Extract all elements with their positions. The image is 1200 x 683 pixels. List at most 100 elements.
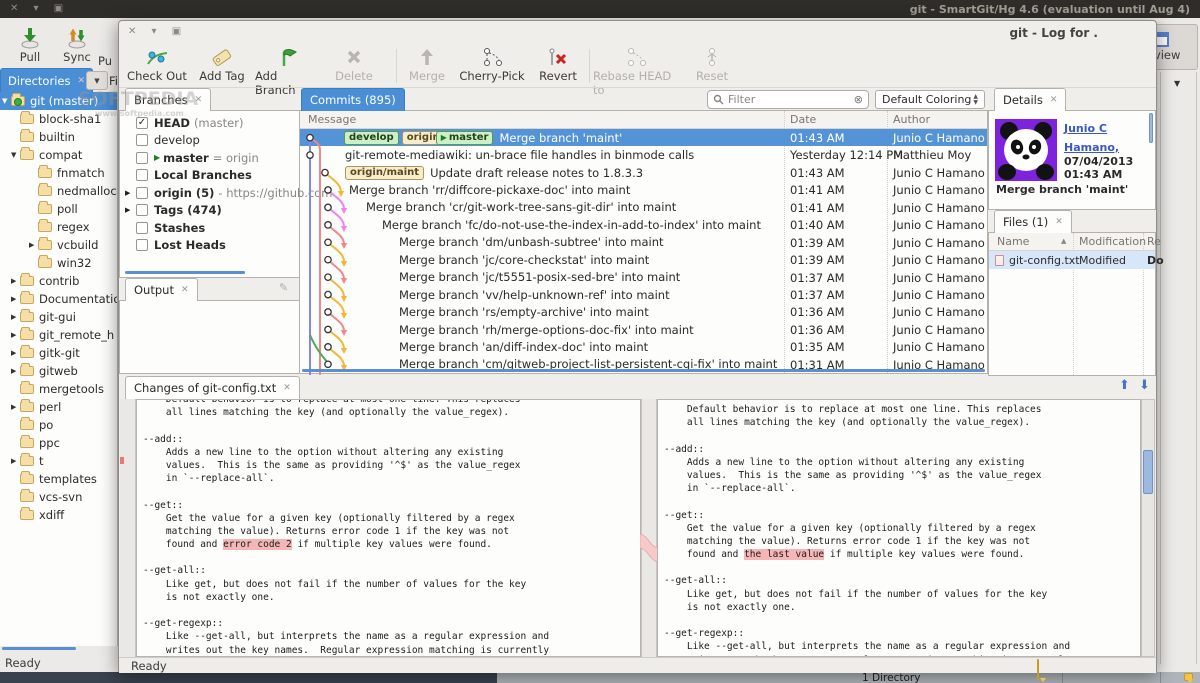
chevron-icon[interactable]: ▶ (11, 313, 20, 321)
clear-output-icon[interactable]: ✎ (279, 281, 288, 294)
chevron-icon[interactable]: ▶ (29, 241, 38, 249)
column-name[interactable]: Name (997, 235, 1029, 248)
tab-dropdown-button[interactable]: ▼ (86, 71, 108, 90)
chevron-icon[interactable]: ▶ (11, 403, 20, 411)
push-button-partial[interactable]: Pu (98, 54, 118, 68)
tree-item[interactable]: ppc (0, 434, 117, 452)
commit-row[interactable]: Merge branch 'rr/diffcore-pickaxe-doc' i… (300, 181, 987, 198)
commit-row[interactable]: git-remote-mediawiki: un-brace file hand… (300, 146, 987, 163)
checkbox[interactable] (136, 204, 148, 216)
delete-button[interactable]: Delete (323, 47, 385, 83)
log-window-controls[interactable]: ✕ ▾ ▣ (128, 26, 187, 37)
filter-input[interactable] (728, 93, 854, 106)
commit-row[interactable]: Merge branch 'rs/empty-archive' into mai… (300, 303, 987, 320)
main-window-controls[interactable]: ✕ ▾ ▣ (10, 3, 69, 14)
branches-hscrollbar[interactable] (125, 271, 245, 274)
diff-vscrollbar-track[interactable] (1141, 399, 1155, 657)
tab-output[interactable]: Output✕ (125, 278, 198, 301)
diff-left-pane[interactable]: Default behavior is to replace at most o… (136, 399, 641, 657)
diff-right-pane[interactable]: Default behavior is to replace at most o… (657, 399, 1141, 657)
author-link[interactable]: Junio C Hamano, (1064, 122, 1119, 154)
tree-item[interactable]: fnmatch (0, 164, 117, 182)
chevron-icon[interactable]: ▶ (11, 295, 20, 303)
chevron-expanded-icon[interactable]: ▼ (2, 97, 11, 105)
branch-item[interactable]: Local Branches (120, 167, 298, 185)
column-message[interactable]: Message (308, 113, 356, 126)
clear-filter-icon[interactable]: ⊗ (854, 93, 863, 106)
chevron-icon[interactable]: ▶ (125, 206, 136, 214)
tree-item[interactable]: ▶ vcbuild (0, 236, 117, 254)
commit-row[interactable]: origin/maint Update draft release notes … (300, 164, 987, 181)
tree-item[interactable]: ▶ git-gui (0, 308, 117, 326)
branch-item[interactable]: Lost Heads (120, 237, 298, 255)
close-icon[interactable]: ✕ (1055, 217, 1063, 227)
branch-item[interactable]: ▶ master = origin (120, 149, 298, 167)
chevron-icon[interactable]: ▼ (11, 151, 20, 159)
merge-button[interactable]: Merge (399, 47, 455, 83)
tree-item[interactable]: block-sha1 (0, 110, 117, 128)
file-row[interactable]: git-config.txt Modified Do (989, 251, 1155, 269)
tree-item[interactable]: nedmalloc (0, 182, 117, 200)
chevron-icon[interactable]: ▶ (11, 331, 20, 339)
tree-item[interactable]: regex (0, 218, 117, 236)
checkbox[interactable] (136, 169, 148, 181)
tree-item[interactable]: xdiff (0, 506, 117, 524)
branch-label-develop[interactable]: develop (344, 131, 399, 145)
tree-item[interactable]: ▶ gitweb (0, 362, 117, 380)
close-icon[interactable]: ✕ (195, 95, 203, 105)
tree-item[interactable]: win32 (0, 254, 117, 272)
tree-item[interactable]: mergetools (0, 380, 117, 398)
checkbox[interactable] (136, 134, 148, 146)
next-change-icon[interactable]: ⬇ (1139, 378, 1150, 393)
tab-files[interactable]: Files (1)✕ (994, 210, 1072, 233)
chevron-icon[interactable]: ▶ (11, 349, 20, 357)
commit-row[interactable]: Merge branch 'vv/help-unknown-ref' into … (300, 286, 987, 303)
sync-button[interactable]: Sync (55, 25, 99, 64)
tree-item[interactable]: poll (0, 200, 117, 218)
tree-item[interactable]: ▶ git_remote_h (0, 326, 117, 344)
branch-item[interactable]: ▶ Tags (474) (120, 202, 298, 220)
details-vscrollbar[interactable] (1149, 113, 1153, 143)
commit-row[interactable]: Merge branch 'cr/git-work-tree-sans-git-… (300, 199, 987, 216)
sidebar-hscrollbar[interactable] (2, 647, 76, 650)
add-tag-button[interactable]: Add Tag (191, 47, 253, 83)
cherry-pick-button[interactable]: Cherry-Pick (457, 47, 527, 83)
commit-row-selected[interactable]: develop origin/ master Merge branch 'mai… (300, 129, 987, 146)
rebase-head-button[interactable]: Rebase HEAD to (593, 47, 681, 97)
checkbox[interactable] (136, 222, 148, 234)
tree-item[interactable]: vcs-svn (0, 488, 117, 506)
chevron-icon[interactable]: ▶ (11, 277, 20, 285)
previous-change-icon[interactable]: ⬆ (1119, 378, 1130, 393)
revert-button[interactable]: Revert (529, 47, 587, 83)
tree-item[interactable]: templates (0, 470, 117, 488)
tree-item[interactable]: ▶ gitk-git (0, 344, 117, 362)
tab-directories[interactable]: Directories ✕ (0, 68, 93, 92)
commit-row[interactable]: Merge branch 'rh/merge-options-doc-fix' … (300, 321, 987, 338)
check-out-button[interactable]: Check Out (125, 47, 189, 83)
branch-label-master[interactable]: master (436, 131, 494, 145)
branch-item[interactable]: ▶ origin (5) - https://github.com (120, 184, 298, 202)
column-date[interactable]: Date (790, 113, 816, 126)
branch-item[interactable]: develop (120, 132, 298, 150)
spinner-icons[interactable]: ▲▼ (973, 94, 978, 106)
tree-item[interactable]: builtin (0, 128, 117, 146)
tree-item[interactable]: po (0, 416, 117, 434)
tree-item[interactable]: ▶ contrib (0, 272, 117, 290)
branch-label[interactable]: origin/maint (345, 166, 424, 180)
checkbox[interactable] (136, 239, 148, 251)
tree-item[interactable]: ▶ Documentation (0, 290, 117, 308)
commit-row[interactable]: Merge branch 'jc/core-checkstat' into ma… (300, 251, 987, 268)
chevron-icon[interactable]: ▶ (11, 457, 20, 465)
reset-button[interactable]: Reset (685, 47, 739, 83)
checkbox[interactable] (136, 152, 148, 164)
chevron-icon[interactable]: ▶ (11, 367, 20, 375)
notification-icon[interactable] (1184, 673, 1193, 681)
tab-details[interactable]: Details✕ (994, 88, 1066, 111)
column-relative[interactable]: Re (1147, 235, 1161, 248)
tree-item-repo-root[interactable]: ▼ git (master) (0, 92, 117, 110)
checkbox[interactable]: ✓ (136, 117, 148, 129)
commit-row[interactable]: Merge branch 'dm/unbash-subtree' into ma… (300, 234, 987, 251)
commit-row[interactable]: Merge branch 'jc/t5551-posix-sed-bre' in… (300, 269, 987, 286)
column-modification[interactable]: Modification (1079, 235, 1146, 248)
tab-changes[interactable]: Changes of git-config.txt✕ (125, 376, 300, 399)
